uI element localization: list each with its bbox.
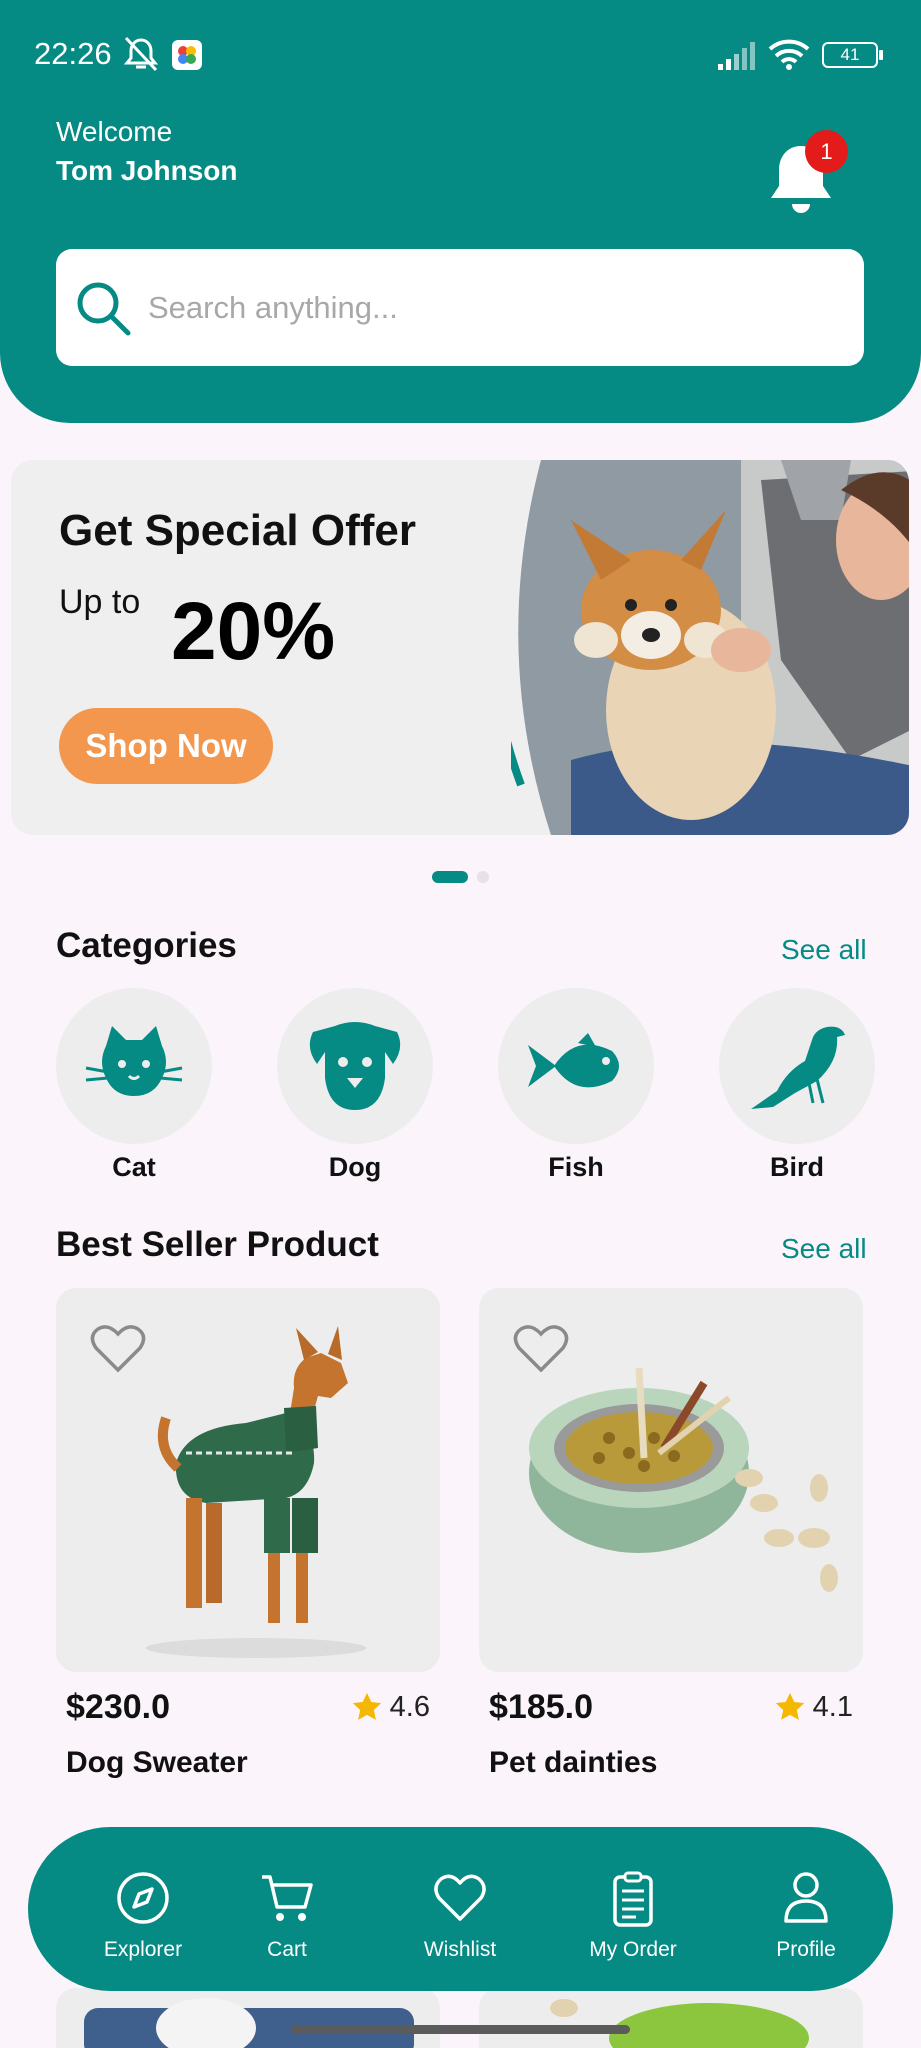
offer-banner[interactable]: Get Special Offer Up to 20% Shop Now xyxy=(11,460,909,835)
product-image xyxy=(56,1288,440,1672)
battery-tip xyxy=(879,50,883,60)
fish-icon xyxy=(528,1033,619,1088)
nav-label: Wishlist xyxy=(423,1938,497,1961)
star-icon xyxy=(352,1692,381,1720)
pet-food-bowl-image xyxy=(529,1367,838,1592)
home-indicator[interactable] xyxy=(291,2025,630,2034)
search-icon xyxy=(77,282,131,336)
star-icon xyxy=(775,1692,804,1720)
mute-bell-icon xyxy=(123,36,159,72)
carousel-dots[interactable] xyxy=(431,870,491,884)
product-name: Dog Sweater xyxy=(66,1746,248,1779)
wifi-icon xyxy=(768,39,810,70)
dog-sweater-image xyxy=(146,1326,366,1658)
status-bar: 22:26 41 xyxy=(0,0,921,110)
banner-percent: 20% xyxy=(171,586,336,677)
bottom-nav: Explorer Cart Wishlist My Order Profile xyxy=(28,1827,893,1991)
product-card-peek[interactable] xyxy=(479,1988,863,2048)
banner-upto: Up to xyxy=(59,583,141,621)
rating-value: 4.6 xyxy=(389,1690,430,1723)
category-dog[interactable]: Dog xyxy=(277,988,433,1183)
category-label: Dog xyxy=(328,1152,382,1182)
product-price: $185.0 xyxy=(489,1688,593,1726)
dog-icon xyxy=(309,1022,401,1110)
product-rating: 4.6 xyxy=(350,1690,430,1724)
product-card[interactable]: $185.0 4.1 Pet dainties xyxy=(479,1288,863,1779)
user-icon xyxy=(784,1872,828,1923)
categories-title: Categories xyxy=(56,926,237,965)
product-card-peek[interactable] xyxy=(56,1988,440,2048)
clipboard-icon xyxy=(613,1871,653,1927)
cat-icon xyxy=(85,1026,183,1096)
battery-level: 41 xyxy=(840,45,860,64)
search-bar[interactable] xyxy=(56,249,864,366)
notification-badge: 1 xyxy=(805,130,848,173)
cart-icon xyxy=(262,1875,313,1921)
nav-label: My Order xyxy=(589,1938,677,1961)
shop-now-button[interactable]: Shop Now xyxy=(59,708,273,784)
username: Tom Johnson xyxy=(56,155,238,186)
nav-label: Cart xyxy=(267,1938,307,1961)
photos-app-icon xyxy=(172,40,202,70)
nav-wishlist[interactable]: Wishlist xyxy=(380,1827,540,1991)
status-time: 22:26 xyxy=(34,36,112,71)
best-seller-see-all-link[interactable]: See all xyxy=(781,1233,867,1265)
category-bird[interactable]: Bird xyxy=(719,988,875,1183)
header: 22:26 41 Welcome Tom Johnson 1 Search an… xyxy=(0,0,921,423)
product-price: $230.0 xyxy=(66,1688,170,1726)
product-card[interactable]: $230.0 4.6 Dog Sweater xyxy=(56,1288,440,1779)
signal-icon xyxy=(718,42,755,70)
category-fish[interactable]: Fish xyxy=(498,988,654,1183)
categories-see-all-link[interactable]: See all xyxy=(781,934,867,966)
category-cat[interactable]: Cat xyxy=(56,988,212,1183)
product-rating: 4.1 xyxy=(773,1690,853,1724)
heart-icon xyxy=(434,1874,486,1921)
category-label: Bird xyxy=(770,1152,824,1182)
nav-cart[interactable]: Cart xyxy=(207,1827,367,1991)
battery-icon: 41 xyxy=(822,42,878,68)
nav-label: Profile xyxy=(776,1938,836,1961)
best-seller-title: Best Seller Product xyxy=(56,1225,379,1264)
category-label: Fish xyxy=(548,1152,604,1182)
green-bowl-image xyxy=(550,1999,809,2048)
nav-my-order[interactable]: My Order xyxy=(553,1827,713,1991)
banner-dog-photo xyxy=(511,460,909,835)
compass-icon xyxy=(117,1872,169,1924)
bird-icon xyxy=(751,1026,845,1109)
banner-title: Get Special Offer xyxy=(59,506,417,555)
rating-value: 4.1 xyxy=(812,1690,853,1723)
product-name: Pet dainties xyxy=(489,1746,658,1779)
product-image xyxy=(479,1288,863,1672)
nav-explorer[interactable]: Explorer xyxy=(63,1827,223,1991)
category-label: Cat xyxy=(112,1152,156,1182)
nav-label: Explorer xyxy=(103,1938,183,1961)
welcome-text: Welcome xyxy=(56,116,173,147)
nav-profile[interactable]: Profile xyxy=(726,1827,886,1991)
search-input[interactable] xyxy=(148,279,838,337)
dog-bed-image xyxy=(84,1998,414,2048)
